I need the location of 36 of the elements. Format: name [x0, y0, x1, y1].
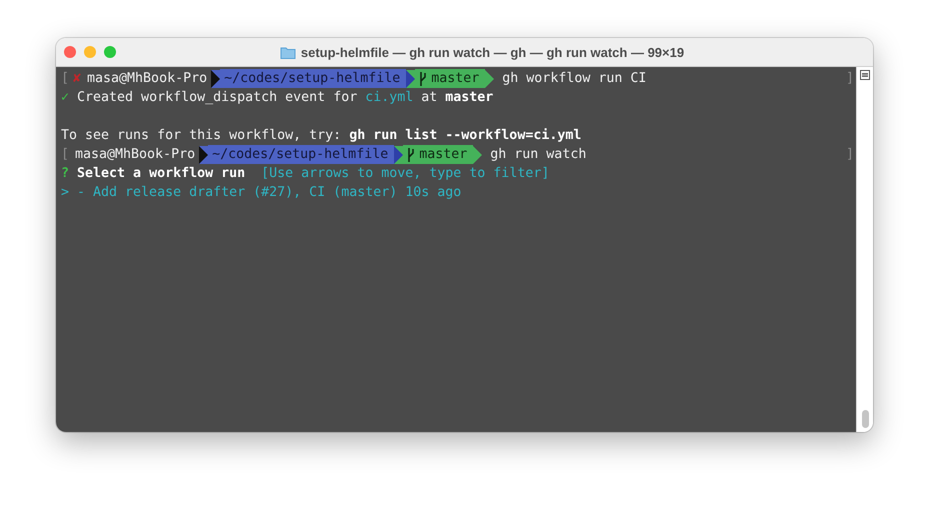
output-text: [Use arrows to move, type to filter]	[260, 166, 550, 181]
separator-arrow	[473, 146, 482, 164]
output-text: master	[445, 90, 494, 105]
output-text: ?	[61, 166, 70, 181]
prompt-mark: [	[61, 147, 69, 162]
prompt-mark: ]	[846, 147, 854, 162]
branch-icon	[419, 72, 428, 86]
prompt-user: masa@MhBook-Pro	[74, 147, 196, 162]
output-text: ✓	[61, 90, 70, 105]
folder-icon	[280, 46, 296, 58]
prompt-mark: [	[61, 71, 69, 86]
window-title: setup-helmfile — gh run watch — gh — gh run watch — 99×19	[300, 44, 684, 60]
output-text: > - Add release drafter (#27), CI (master) 10s ago	[61, 185, 462, 200]
scroll-bar[interactable]	[856, 67, 873, 432]
prompt-user: masa@MhBook-Pro	[86, 71, 208, 86]
output-text: Created workflow_dispatch event for	[77, 90, 358, 105]
prompt-branch-segment: master	[415, 69, 486, 88]
prompt-path-segment: ~/codes/setup-helmfile	[208, 145, 394, 164]
command-text: gh workflow run CI	[501, 71, 646, 86]
minimize-button[interactable]	[84, 46, 96, 58]
command-text: gh run watch	[489, 147, 586, 162]
zoom-button[interactable]	[104, 46, 116, 58]
separator-arrow	[485, 70, 494, 88]
prompt-mark: ]	[846, 71, 854, 86]
prompt-branch-segment: master	[403, 145, 474, 164]
branch-icon	[407, 148, 416, 162]
menu-icon[interactable]	[860, 70, 870, 80]
output-text: at	[421, 90, 438, 105]
output-text: To see runs for this workflow, try:	[61, 128, 342, 143]
output-text: ci.yml	[365, 90, 414, 105]
output-text: gh run list --workflow=ci.yml	[349, 128, 582, 143]
close-button[interactable]	[64, 46, 76, 58]
error-mark: ✘	[72, 71, 82, 86]
scroll-thumb[interactable]	[862, 410, 868, 428]
output-text: Select a workflow run	[77, 166, 246, 181]
prompt-path-segment: ~/codes/setup-helmfile	[220, 69, 406, 88]
